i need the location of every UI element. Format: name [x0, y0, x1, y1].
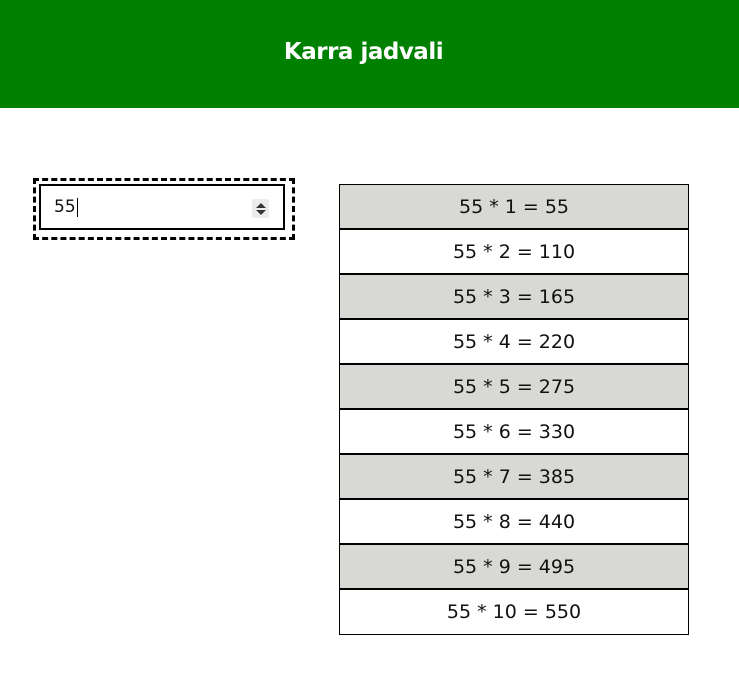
page-title: Karra jadvali — [283, 39, 444, 65]
spin-up-icon[interactable] — [255, 202, 266, 208]
table-row: 55 * 3 = 165 — [339, 275, 689, 320]
table-row: 55 * 5 = 275 — [339, 365, 689, 410]
table-row: 55 * 9 = 495 — [339, 545, 689, 590]
multiplication-table: 55 * 1 = 55 55 * 2 = 110 55 * 3 = 165 55 * … — [339, 184, 689, 635]
text-caret — [76, 197, 78, 217]
table-row: 55 * 1 = 55 — [339, 185, 689, 230]
number-input-value: 55 — [54, 197, 76, 217]
number-input[interactable]: 55 — [39, 184, 285, 230]
spin-down-icon[interactable] — [255, 209, 266, 215]
table-row: 55 * 10 = 550 — [339, 590, 689, 635]
number-input-focus-ring: 55 — [33, 178, 295, 240]
table-row: 55 * 6 = 330 — [339, 410, 689, 455]
page-header: Karra jadvali — [0, 0, 739, 108]
number-spinner[interactable] — [252, 199, 269, 218]
table-row: 55 * 8 = 440 — [339, 500, 689, 545]
table-row: 55 * 2 = 110 — [339, 230, 689, 275]
table-row: 55 * 4 = 220 — [339, 320, 689, 365]
table-row: 55 * 7 = 385 — [339, 455, 689, 500]
